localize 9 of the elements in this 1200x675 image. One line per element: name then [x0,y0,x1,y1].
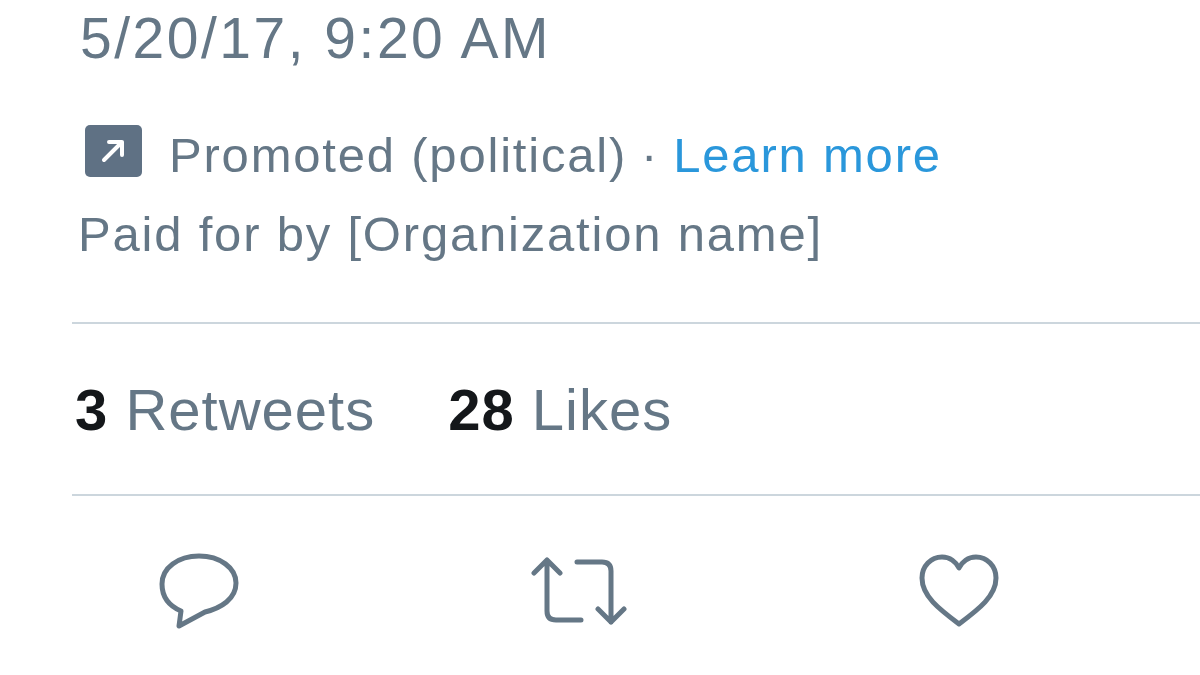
stat-link[interactable]: 3 Retweets [75,377,376,443]
paid-for-disclosure: Paid for by [Organization name] [78,206,823,262]
promoted-label: Promoted (political) [169,127,628,183]
timestamp: 5/20/17, 9:20 AM [80,5,551,71]
dot-separator: · [641,127,660,183]
heart-icon[interactable] [919,554,999,628]
speech-bubble-icon[interactable] [159,553,239,629]
repeat-arrows-icon[interactable] [531,557,627,625]
stat-link[interactable]: 28 Likes [448,377,673,443]
